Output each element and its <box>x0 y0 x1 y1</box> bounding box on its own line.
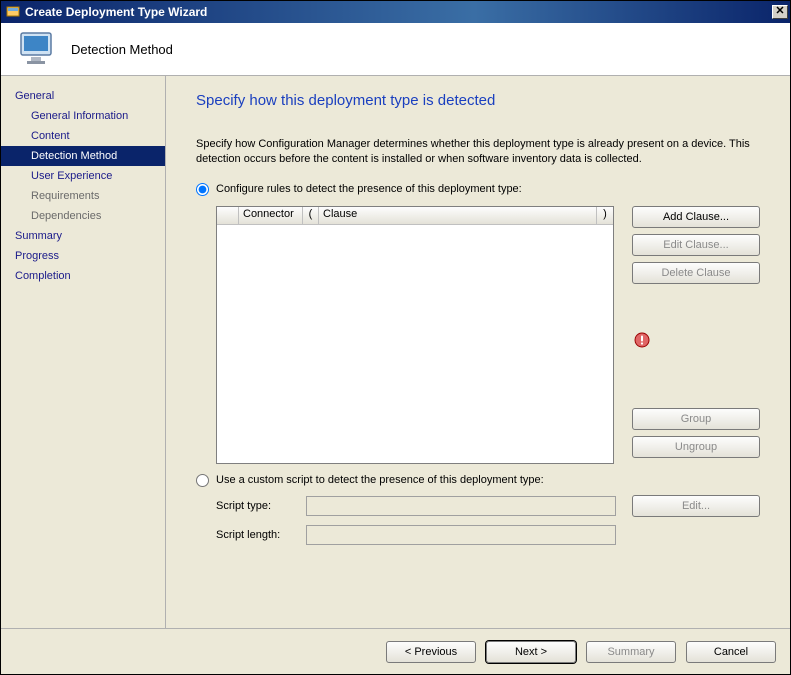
clause-buttons: Add Clause... Edit Clause... Delete Clau… <box>632 206 760 464</box>
radio-custom-script-input[interactable] <box>196 474 209 487</box>
script-type-row: Script type: Edit... <box>216 495 778 517</box>
summary-button[interactable]: Summary <box>586 641 676 663</box>
radio-configure-rules[interactable]: Configure rules to detect the presence o… <box>196 183 778 196</box>
radio-custom-script[interactable]: Use a custom script to detect the presen… <box>196 474 778 487</box>
script-type-field[interactable] <box>306 496 616 516</box>
page-heading: Specify how this deployment type is dete… <box>196 92 778 109</box>
script-length-field[interactable] <box>306 525 616 545</box>
radio-configure-rules-input[interactable] <box>196 183 209 196</box>
delete-clause-button[interactable]: Delete Clause <box>632 262 760 284</box>
window-title: Create Deployment Type Wizard <box>25 5 772 19</box>
previous-button[interactable]: < Previous <box>386 641 476 663</box>
header-band: Detection Method <box>1 23 790 76</box>
rules-header: Connector ( Clause ) <box>217 207 613 225</box>
sidebar-item-detection-method[interactable]: Detection Method <box>1 146 165 166</box>
ungroup-button[interactable]: Ungroup <box>632 436 760 458</box>
script-type-label: Script type: <box>216 500 306 512</box>
close-button[interactable]: ✕ <box>772 5 788 19</box>
rules-body[interactable] <box>217 225 613 463</box>
sidebar-item-user-experience[interactable]: User Experience <box>1 166 165 186</box>
rules-table[interactable]: Connector ( Clause ) <box>216 206 614 464</box>
col-clause[interactable]: Clause <box>319 207 597 224</box>
col-close-paren[interactable]: ) <box>597 207 613 224</box>
sidebar-item-requirements[interactable]: Requirements <box>1 186 165 206</box>
footer: < Previous Next > Summary Cancel <box>1 628 790 674</box>
script-length-label: Script length: <box>216 529 306 541</box>
next-button[interactable]: Next > <box>486 641 576 663</box>
warning-icon <box>634 332 650 348</box>
cancel-button[interactable]: Cancel <box>686 641 776 663</box>
sidebar: General General Information Content Dete… <box>1 76 166 628</box>
radio-custom-script-label: Use a custom script to detect the presen… <box>216 474 544 486</box>
col-connector[interactable]: Connector <box>239 207 303 224</box>
sidebar-item-general[interactable]: General <box>1 86 165 106</box>
page-title: Detection Method <box>71 42 173 57</box>
sidebar-item-summary[interactable]: Summary <box>1 226 165 246</box>
group-button[interactable]: Group <box>632 408 760 430</box>
radio-configure-rules-label: Configure rules to detect the presence o… <box>216 183 522 195</box>
col-blank[interactable] <box>217 207 239 224</box>
edit-script-button[interactable]: Edit... <box>632 495 760 517</box>
script-length-row: Script length: <box>216 525 778 545</box>
sidebar-item-completion[interactable]: Completion <box>1 266 165 286</box>
sidebar-item-dependencies[interactable]: Dependencies <box>1 206 165 226</box>
sidebar-item-general-information[interactable]: General Information <box>1 106 165 126</box>
col-open-paren[interactable]: ( <box>303 207 319 224</box>
titlebar: Create Deployment Type Wizard ✕ <box>1 1 790 23</box>
sidebar-item-progress[interactable]: Progress <box>1 246 165 266</box>
instruction-text: Specify how Configuration Manager determ… <box>196 137 766 167</box>
main-panel: Specify how this deployment type is dete… <box>166 76 790 628</box>
sidebar-item-content[interactable]: Content <box>1 126 165 146</box>
rules-area: Connector ( Clause ) Add Clause... Edit … <box>216 206 778 464</box>
app-icon <box>5 4 21 20</box>
wizard-window: Create Deployment Type Wizard ✕ Detectio… <box>0 0 791 675</box>
add-clause-button[interactable]: Add Clause... <box>632 206 760 228</box>
body: General General Information Content Dete… <box>1 76 790 628</box>
edit-clause-button[interactable]: Edit Clause... <box>632 234 760 256</box>
monitor-icon <box>15 27 59 71</box>
